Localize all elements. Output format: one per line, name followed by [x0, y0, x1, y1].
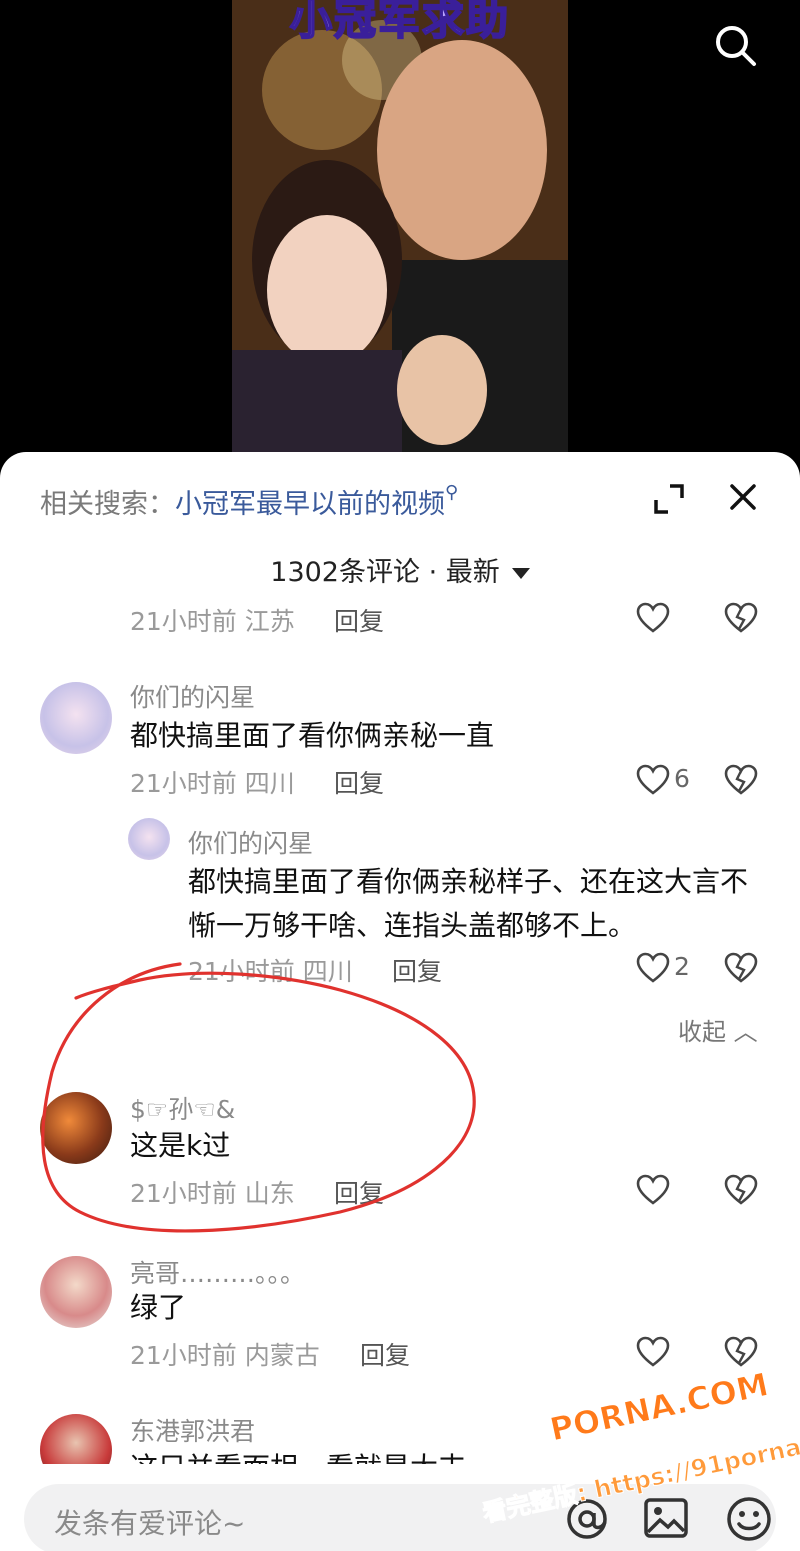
expand-icon[interactable]	[652, 482, 686, 516]
comment-count: 1302条评论	[270, 557, 420, 588]
comment-count-row[interactable]: 1302条评论 · 最新	[0, 550, 800, 589]
comment-text: 都快搞里面了看你俩亲秘一直	[130, 719, 495, 752]
red-circle-annotation	[41, 962, 476, 1233]
sort-separator: ·	[419, 557, 446, 588]
comment-meta: 21小时前 山东	[130, 1179, 295, 1208]
close-icon[interactable]	[726, 480, 760, 514]
reply-button[interactable]: 回复	[334, 1174, 384, 1210]
avatar[interactable]	[40, 1256, 112, 1328]
caret-down-icon[interactable]	[511, 568, 530, 579]
comments-sheet: 相关搜索：小冠军最早以前的视频⚲ 1302条评论 · 最新 21小时前 江苏 回…	[0, 452, 800, 1551]
search-icon[interactable]	[712, 22, 758, 68]
like-count: 6	[674, 764, 690, 793]
comment-meta: 21小时前 江苏	[130, 607, 295, 636]
sort-option[interactable]: 最新	[446, 557, 500, 588]
reply-button[interactable]: 回复	[334, 602, 384, 638]
comment-meta: 21小时前 四川	[188, 957, 353, 986]
comment-meta: 21小时前 内蒙古	[130, 1341, 320, 1370]
reply-button[interactable]: 回复	[334, 764, 384, 800]
collapse-label: 收起	[678, 1018, 726, 1046]
heart-icon[interactable]	[636, 1336, 670, 1368]
heart-icon[interactable]	[636, 602, 670, 634]
heart-icon[interactable]	[636, 1174, 670, 1206]
avatar[interactable]	[128, 818, 170, 860]
comment-username[interactable]: 东港郭洪君	[130, 1412, 255, 1448]
reply-button[interactable]: 回复	[392, 952, 442, 988]
image-icon[interactable]	[642, 1494, 690, 1542]
comment-username[interactable]: 亮哥………。。。	[130, 1254, 305, 1290]
video-overlay-title: 小冠军求助	[289, 0, 510, 45]
broken-heart-icon[interactable]	[724, 602, 758, 634]
related-search-label: 相关搜索：	[40, 489, 175, 520]
comment-username[interactable]: $☞孙☜&	[130, 1090, 235, 1126]
comment-username[interactable]: 你们的闪星	[188, 824, 313, 860]
comment-input-bar: 发条有爱评论~	[0, 1464, 800, 1551]
broken-heart-icon[interactable]	[724, 1336, 758, 1368]
broken-heart-icon[interactable]	[724, 1174, 758, 1206]
comment-text: 这是k过	[130, 1129, 231, 1162]
video-area[interactable]: 小冠军求助	[0, 0, 800, 470]
avatar[interactable]	[40, 1092, 112, 1164]
broken-heart-icon[interactable]	[724, 764, 758, 796]
comment-username[interactable]: 你们的闪星	[130, 678, 255, 714]
heart-icon[interactable]	[636, 952, 670, 984]
heart-icon[interactable]	[636, 764, 670, 796]
related-search[interactable]: 相关搜索：小冠军最早以前的视频⚲	[40, 482, 458, 521]
collapse-replies-button[interactable]: 收起 ︿	[678, 1012, 758, 1047]
related-search-query[interactable]: 小冠军最早以前的视频	[175, 489, 445, 520]
at-mention-icon[interactable]	[562, 1494, 612, 1544]
comment-text: 绿了	[130, 1291, 187, 1324]
search-small-icon: ⚲	[445, 482, 459, 503]
comment-input[interactable]: 发条有爱评论~	[24, 1484, 776, 1551]
like-count: 2	[674, 952, 690, 981]
video-scene	[232, 0, 568, 470]
emoji-icon[interactable]	[724, 1494, 774, 1544]
video-frame[interactable]: 小冠军求助	[232, 0, 568, 470]
comment-meta: 21小时前 四川	[130, 769, 295, 798]
chevron-up-icon: ︿	[733, 1018, 758, 1046]
reply-button[interactable]: 回复	[360, 1336, 410, 1372]
comment-input-placeholder[interactable]: 发条有爱评论~	[54, 1502, 245, 1542]
avatar[interactable]	[40, 682, 112, 754]
broken-heart-icon[interactable]	[724, 952, 758, 984]
comment-text: 都快搞里面了看你俩亲秘样子、还在这大言不惭一万够干啥、连指头盖都够不上。	[188, 865, 749, 942]
